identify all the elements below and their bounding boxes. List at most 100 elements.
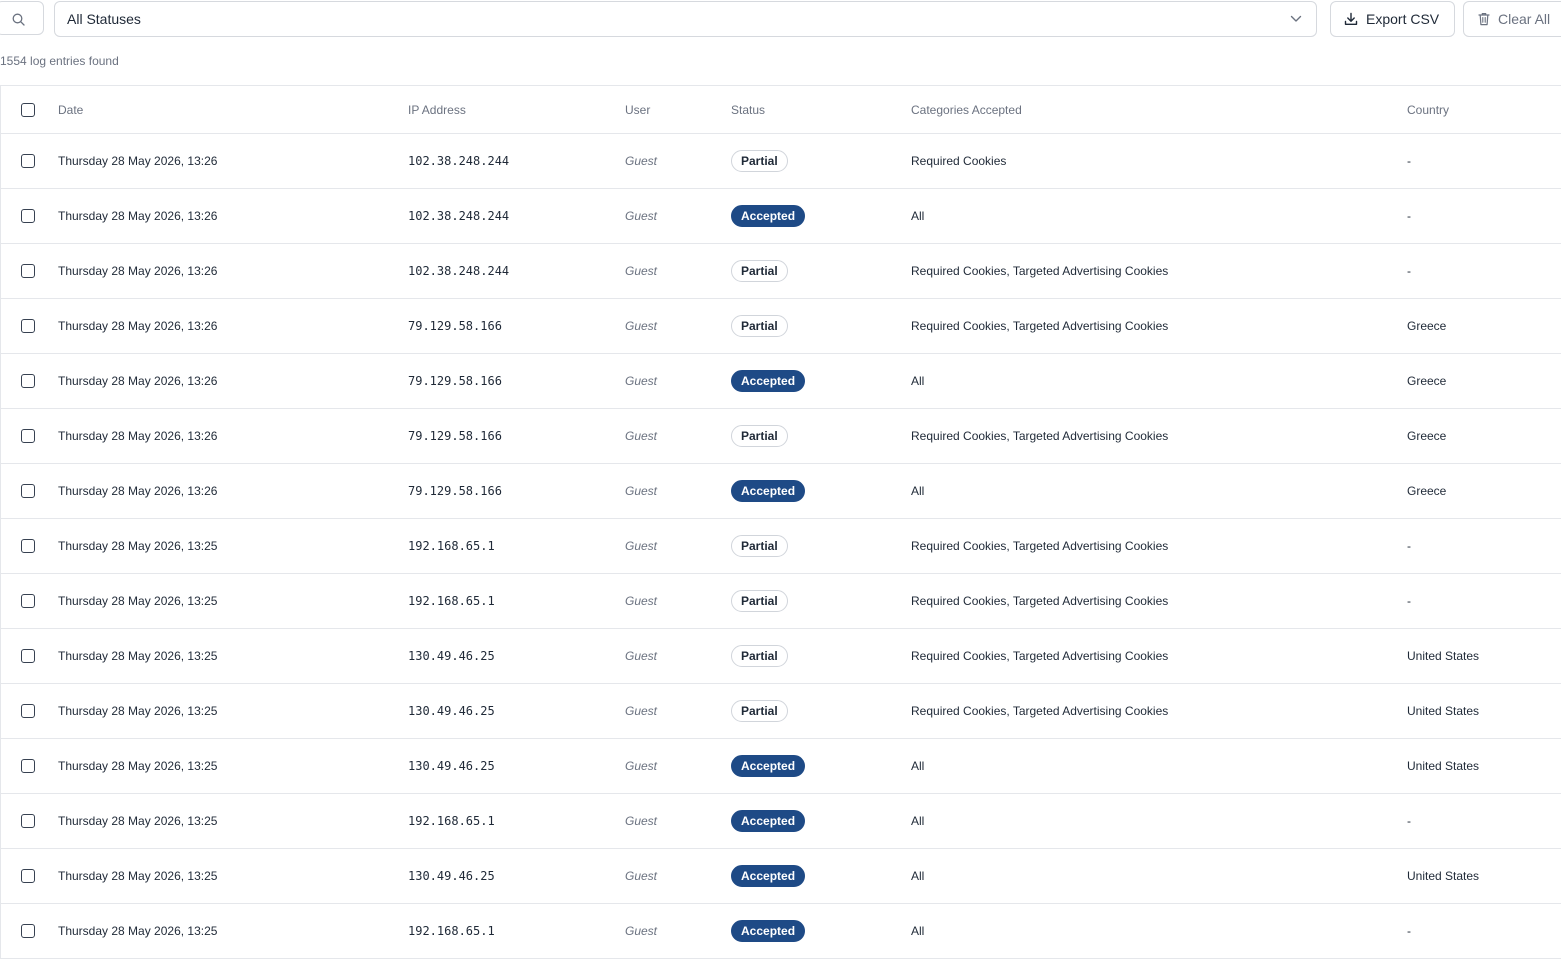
row-user: Guest (625, 484, 658, 498)
column-header-categories-accepted[interactable]: Categories Accepted (911, 86, 1022, 133)
row-checkbox[interactable] (21, 429, 35, 443)
row-ip-address: 192.168.65.1 (408, 924, 495, 938)
row-categories: Required Cookies (911, 154, 1007, 168)
entry-count: 1554 log entries found (0, 54, 119, 68)
row-date: Thursday 28 May 2026, 13:26 (58, 209, 218, 223)
row-ip-address: 192.168.65.1 (408, 814, 495, 828)
row-checkbox[interactable] (21, 869, 35, 883)
log-table: Date IP Address User Status Categories A… (0, 85, 1561, 959)
row-country: Greece (1407, 374, 1447, 388)
row-select-cell (21, 244, 35, 298)
download-icon (1344, 12, 1358, 25)
table-row[interactable]: Thursday 28 May 2026, 13:25 130.49.46.25 G… (1, 684, 1561, 739)
row-select-cell (21, 849, 35, 903)
status-badge: Partial (731, 700, 788, 722)
row-categories: All (911, 814, 925, 828)
row-status-cell: Accepted (731, 464, 806, 518)
row-status-cell: Accepted (731, 189, 806, 243)
row-checkbox[interactable] (21, 814, 35, 828)
row-country: United States (1407, 759, 1480, 773)
select-all-cell (21, 86, 35, 133)
table-row[interactable]: Thursday 28 May 2026, 13:26 79.129.58.166… (1, 354, 1561, 409)
row-status-cell: Partial (731, 134, 788, 188)
row-date: Thursday 28 May 2026, 13:25 (58, 539, 218, 553)
row-checkbox[interactable] (21, 319, 35, 333)
row-date: Thursday 28 May 2026, 13:25 (58, 869, 218, 883)
status-filter-select[interactable]: All Statuses (54, 1, 1317, 37)
table-row[interactable]: Thursday 28 May 2026, 13:25 192.168.65.1 G… (1, 519, 1561, 574)
status-badge: Partial (731, 535, 788, 557)
row-date: Thursday 28 May 2026, 13:25 (58, 814, 218, 828)
row-status-cell: Accepted (731, 904, 806, 958)
row-status-cell: Partial (731, 574, 788, 628)
row-country: United States (1407, 869, 1480, 883)
row-country: - (1407, 209, 1411, 223)
row-categories: Required Cookies, Targeted Advertising C… (911, 429, 1169, 443)
table-row[interactable]: Thursday 28 May 2026, 13:26 102.38.248.24… (1, 134, 1561, 189)
select-all-checkbox[interactable] (21, 102, 35, 117)
row-date: Thursday 28 May 2026, 13:25 (58, 704, 218, 718)
table-row[interactable]: Thursday 28 May 2026, 13:26 79.129.58.166… (1, 299, 1561, 354)
status-badge: Accepted (731, 920, 806, 942)
status-badge: Accepted (731, 205, 806, 227)
row-user: Guest (625, 649, 658, 663)
export-csv-button[interactable]: Export CSV (1330, 1, 1455, 37)
row-ip-address: 192.168.65.1 (408, 539, 495, 553)
row-select-cell (21, 629, 35, 683)
row-checkbox[interactable] (21, 704, 35, 718)
row-country: - (1407, 154, 1411, 168)
row-select-cell (21, 684, 35, 738)
status-badge: Partial (731, 315, 788, 337)
search-button[interactable] (0, 1, 44, 35)
status-badge: Partial (731, 260, 788, 282)
column-header-date[interactable]: Date (58, 86, 83, 133)
row-checkbox[interactable] (21, 484, 35, 498)
row-categories: All (911, 484, 925, 498)
column-header-ip-address[interactable]: IP Address (408, 86, 466, 133)
row-status-cell: Partial (731, 409, 788, 463)
row-categories: All (911, 924, 925, 938)
column-header-status[interactable]: Status (731, 86, 765, 133)
row-select-cell (21, 189, 35, 243)
row-date: Thursday 28 May 2026, 13:26 (58, 484, 218, 498)
table-row[interactable]: Thursday 28 May 2026, 13:25 130.49.46.25 G… (1, 629, 1561, 684)
row-checkbox[interactable] (21, 209, 35, 223)
row-country: - (1407, 539, 1411, 553)
clear-all-button[interactable]: Clear All (1463, 1, 1561, 37)
row-checkbox[interactable] (21, 594, 35, 608)
table-row[interactable]: Thursday 28 May 2026, 13:25 192.168.65.1 G… (1, 904, 1561, 959)
table-header: Date IP Address User Status Categories A… (1, 86, 1561, 134)
row-user: Guest (625, 374, 658, 388)
row-user: Guest (625, 264, 658, 278)
row-status-cell: Partial (731, 244, 788, 298)
export-csv-label: Export CSV (1366, 11, 1440, 27)
table-row[interactable]: Thursday 28 May 2026, 13:25 130.49.46.25 G… (1, 849, 1561, 904)
row-select-cell (21, 794, 35, 848)
row-checkbox[interactable] (21, 374, 35, 388)
row-ip-address: 130.49.46.25 (408, 869, 495, 883)
status-badge: Accepted (731, 810, 806, 832)
row-user: Guest (625, 209, 658, 223)
table-row[interactable]: Thursday 28 May 2026, 13:26 102.38.248.24… (1, 189, 1561, 244)
row-checkbox[interactable] (21, 264, 35, 278)
table-row[interactable]: Thursday 28 May 2026, 13:26 79.129.58.166… (1, 464, 1561, 519)
table-row[interactable]: Thursday 28 May 2026, 13:25 192.168.65.1 G… (1, 794, 1561, 849)
table-row[interactable]: Thursday 28 May 2026, 13:26 79.129.58.166… (1, 409, 1561, 464)
row-checkbox[interactable] (21, 924, 35, 938)
status-badge: Partial (731, 425, 788, 447)
row-checkbox[interactable] (21, 154, 35, 168)
table-row[interactable]: Thursday 28 May 2026, 13:26 102.38.248.24… (1, 244, 1561, 299)
row-checkbox[interactable] (21, 539, 35, 553)
table-row[interactable]: Thursday 28 May 2026, 13:25 130.49.46.25 G… (1, 739, 1561, 794)
row-date: Thursday 28 May 2026, 13:26 (58, 154, 218, 168)
row-checkbox[interactable] (21, 759, 35, 773)
row-user: Guest (625, 869, 658, 883)
column-header-country[interactable]: Country (1407, 86, 1449, 133)
row-categories: All (911, 209, 925, 223)
column-header-user[interactable]: User (625, 86, 650, 133)
row-country: United States (1407, 704, 1480, 718)
row-checkbox[interactable] (21, 649, 35, 663)
table-row[interactable]: Thursday 28 May 2026, 13:25 192.168.65.1 G… (1, 574, 1561, 629)
row-user: Guest (625, 154, 658, 168)
row-select-cell (21, 904, 35, 958)
